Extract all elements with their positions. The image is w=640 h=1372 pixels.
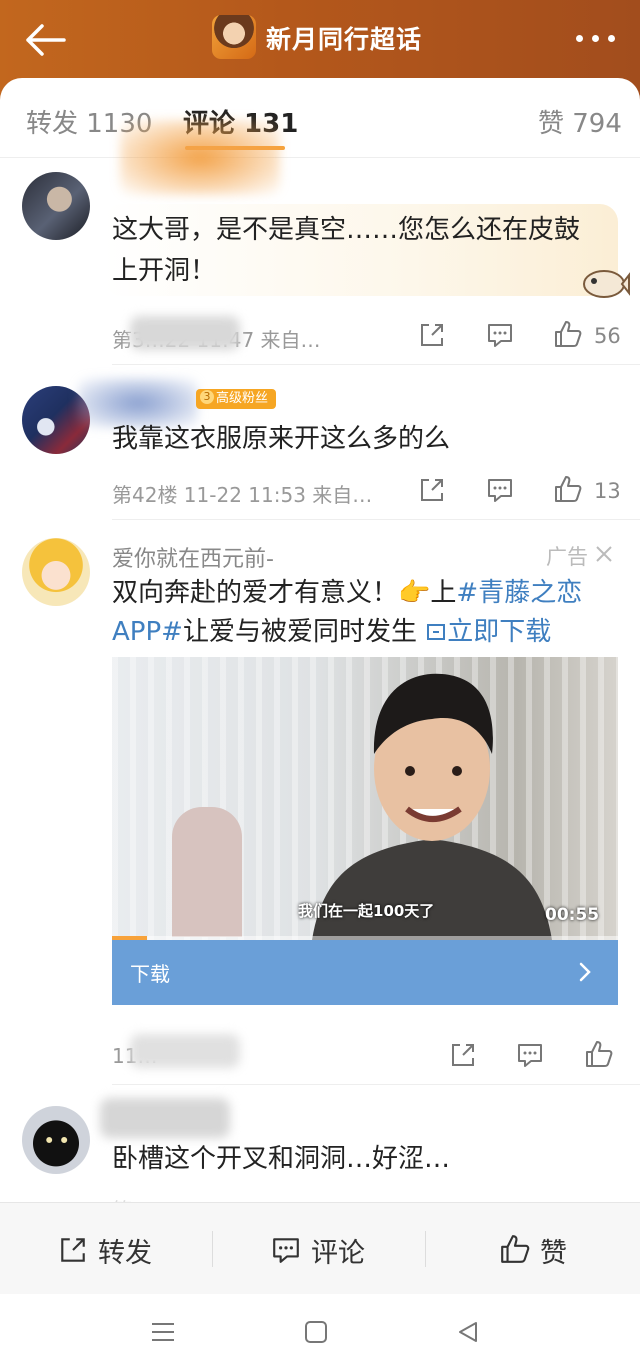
share-icon[interactable]: [418, 476, 446, 504]
tab-likes[interactable]: 赞 794: [538, 103, 622, 140]
home-icon[interactable]: [304, 1320, 328, 1344]
close-icon[interactable]: [594, 544, 614, 564]
comment-meta: 第42楼 11-22 11:53 来自…: [112, 483, 373, 507]
menu-icon[interactable]: [150, 1320, 176, 1344]
tab-bar: 转发 1130 评论 131 赞 794: [0, 78, 640, 158]
comment-button[interactable]: 评论: [213, 1203, 425, 1295]
comment-label: 评论: [311, 1238, 365, 1269]
redacted-meta: [130, 1034, 240, 1068]
redacted-username: [120, 120, 280, 195]
comment-icon: [273, 1238, 299, 1263]
ad-text: 双向奔赴的爱才有意义！: [112, 578, 399, 608]
download-bar[interactable]: 下载: [112, 940, 618, 1005]
video-person: [312, 673, 552, 940]
system-nav-bar: [0, 1294, 640, 1372]
download-link[interactable]: 立即下载: [425, 617, 551, 647]
fan-level-badge: 高级粉丝: [196, 389, 277, 409]
share-icon: [61, 1238, 85, 1262]
page-title[interactable]: 新月同行超话: [266, 20, 422, 56]
ad-text: 上: [430, 578, 457, 608]
comment-icon[interactable]: [486, 476, 514, 504]
comment-icon[interactable]: [516, 1041, 544, 1069]
share-icon[interactable]: [418, 321, 446, 349]
hashtag-link[interactable]: #青藤之恋: [456, 578, 582, 608]
divider: [112, 1084, 640, 1085]
redacted-username: [100, 1098, 230, 1138]
share-icon[interactable]: [449, 1041, 477, 1069]
hashtag-link[interactable]: APP#: [112, 617, 183, 647]
ad-video[interactable]: 我们在一起100天了 00:55: [112, 657, 618, 940]
like-icon[interactable]: [584, 1039, 614, 1069]
back-icon[interactable]: [456, 1320, 480, 1344]
avatar[interactable]: [22, 1106, 90, 1174]
download-label: 下载: [130, 962, 170, 986]
arrow-left-icon: [26, 24, 66, 56]
redacted-floor: [130, 316, 240, 350]
divider: [112, 519, 640, 520]
ad-username[interactable]: 爱你就在西元前-: [112, 541, 274, 573]
repost-label: 转发: [98, 1238, 152, 1269]
more-button[interactable]: [570, 24, 620, 54]
like-icon[interactable]: [553, 474, 583, 504]
like-label: 赞: [540, 1238, 567, 1269]
avatar[interactable]: [22, 172, 90, 240]
ad-text-line-1: 双向奔赴的爱才有意义！👉上#青藤之恋: [112, 572, 582, 614]
download-link-label: 立即下载: [447, 617, 552, 647]
like-icon: [501, 1235, 530, 1263]
comment-icon[interactable]: [486, 321, 514, 349]
fish-sticker-icon: [583, 270, 630, 298]
back-button[interactable]: [22, 22, 68, 58]
more-dots-icon: [576, 35, 583, 42]
video-duration: 00:55: [545, 905, 600, 925]
repost-button[interactable]: 转发: [0, 1203, 212, 1295]
like-button[interactable]: 赞: [426, 1203, 640, 1295]
topic-avatar[interactable]: [212, 15, 256, 59]
comments-sheet: 转发 1130 评论 131 赞 794 这大哥，是不是真空……您怎么还在皮鼓 …: [0, 78, 640, 1372]
pointing-hand-icon: 👉: [398, 578, 431, 608]
like-icon[interactable]: [553, 319, 583, 349]
ad-tag: 广告: [546, 545, 588, 569]
ad-text: 让爱与被爱同时发生: [182, 617, 417, 647]
comment-text-line: 这大哥，是不是真空……您怎么还在皮鼓: [112, 215, 581, 245]
video-background-figure: [172, 807, 242, 937]
bottom-action-bar: 转发 评论 赞: [0, 1202, 640, 1294]
like-count: 56: [594, 324, 621, 348]
comment-text-line: 上开洞！: [112, 256, 217, 286]
link-icon: [427, 624, 446, 640]
divider: [112, 364, 640, 365]
like-count: 13: [594, 479, 621, 503]
comment-text: 卧槽这个开叉和洞洞…好涩…: [112, 1144, 451, 1174]
avatar[interactable]: [22, 538, 90, 606]
ad-text-line-2: APP#让爱与被爱同时发生 立即下载: [112, 611, 551, 653]
video-subtitle: 我们在一起100天了: [298, 902, 435, 920]
comment-text: 我靠这衣服原来开这么多的么: [112, 424, 451, 454]
chevron-right-icon: [579, 962, 591, 982]
